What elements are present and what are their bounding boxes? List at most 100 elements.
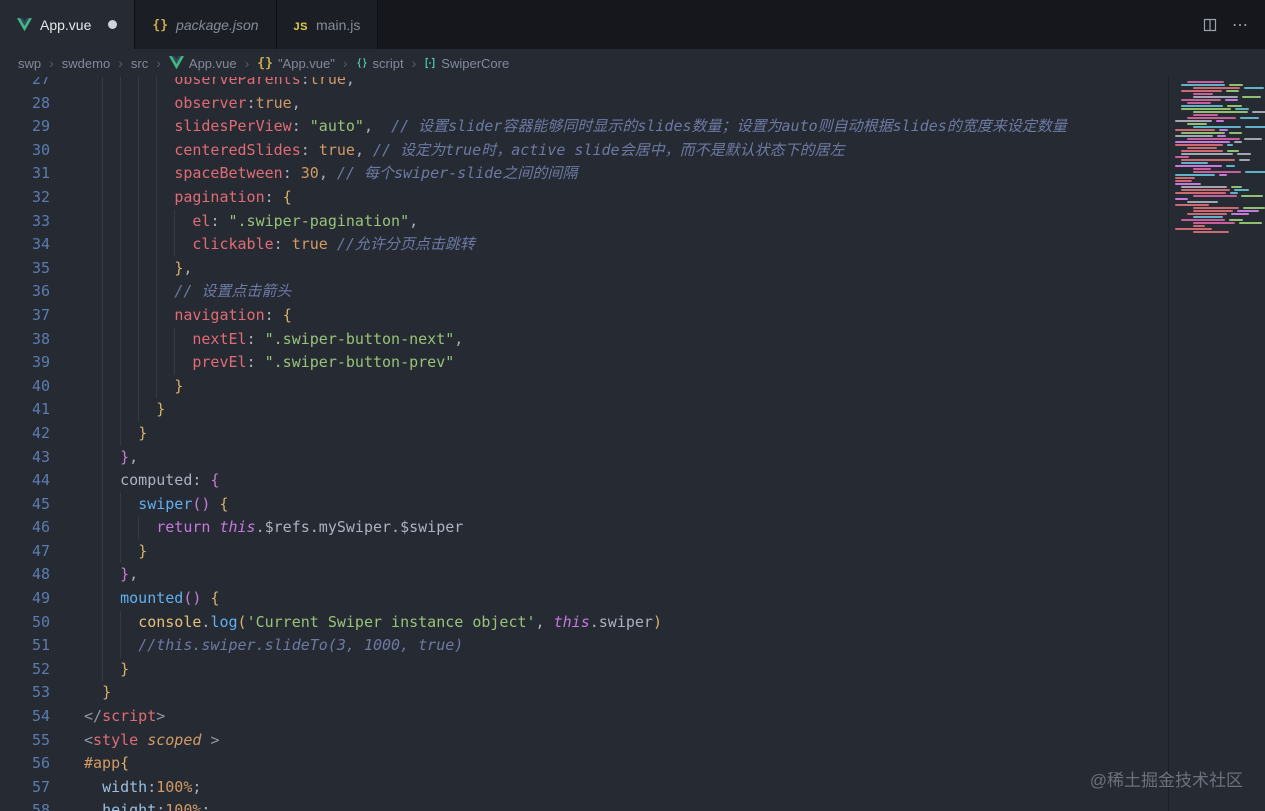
indent-guide	[102, 303, 104, 328]
breadcrumb-item-swdemo[interactable]: swdemo	[62, 56, 110, 71]
breadcrumb-item-swipercore[interactable]: SwiperCore	[424, 56, 509, 71]
indent-guide	[138, 162, 140, 186]
indent-guide	[156, 138, 158, 163]
line-number: 37	[31, 305, 50, 324]
breadcrumb-item-app-vue[interactable]: App.vue	[168, 55, 237, 71]
split-editor-button[interactable]	[1202, 17, 1218, 33]
breadcrumb-item--app-vue-[interactable]: {} "App.vue"	[257, 55, 335, 72]
code-line: 53 }	[0, 681, 1265, 705]
split-editor-icon	[1202, 17, 1218, 33]
breadcrumb-label: src	[130, 55, 149, 71]
line-number: 58	[31, 801, 50, 811]
indent-guide	[120, 516, 122, 540]
code-line: 34 clickable: true //允许分页点击跳转	[0, 233, 1265, 257]
line-number: 47	[31, 541, 50, 560]
indent-guide	[102, 516, 104, 540]
line-number: 42	[31, 423, 50, 442]
code-line-text: width:100%;	[102, 777, 202, 796]
line-number: 50	[31, 612, 50, 631]
code-line-text: },	[120, 565, 139, 584]
line-number: 48	[31, 565, 50, 584]
code-line: 48 },	[0, 563, 1265, 588]
chevron-right-icon: ›	[49, 55, 54, 71]
line-number: 46	[31, 518, 50, 537]
json-braces-icon: {}	[257, 56, 273, 71]
javascript-icon: JS	[293, 20, 309, 33]
indent-guide	[102, 185, 104, 210]
indent-guide	[120, 185, 122, 210]
line-number: 31	[31, 164, 50, 183]
breadcrumb-label: App.vue	[188, 55, 237, 71]
indent-guide	[138, 516, 140, 540]
code-line: 41 }	[0, 398, 1265, 422]
indent-guide	[102, 209, 104, 234]
watermark: @稀土掘金技术社区	[1089, 771, 1243, 790]
code-line-text: mounted() {	[120, 589, 220, 608]
chevron-right-icon: ›	[411, 55, 417, 71]
indent-guide	[120, 610, 122, 635]
code-line-text: swiper() {	[138, 494, 229, 513]
tab-label: App.vue	[40, 16, 92, 33]
breadcrumb-item-script[interactable]: script	[356, 56, 404, 71]
breadcrumb: swp › swdemo › src › App.vue › {} "App.vue" › scrip…	[0, 49, 1265, 77]
indent-guide	[102, 563, 104, 588]
line-number: 53	[31, 683, 50, 702]
tab-main-js[interactable]: JS main.js	[276, 0, 379, 49]
code-line: 44 computed: {	[0, 469, 1265, 493]
line-number: 54	[31, 707, 50, 726]
indent-guide	[120, 280, 122, 304]
code-line-text: nextEl: ".swiper-button-next",	[192, 329, 464, 348]
indent-guide	[120, 256, 122, 281]
indent-guide	[102, 657, 104, 682]
minimap[interactable]	[1168, 77, 1265, 811]
indent-guide	[138, 280, 140, 304]
breadcrumb-label: swp	[18, 55, 42, 71]
code-area[interactable]: 27 observeParents:true, 28 observer:true,…	[0, 77, 1265, 811]
breadcrumb-label: script	[372, 55, 404, 71]
code-editor[interactable]: 27 observeParents:true, 28 observer:true,…	[0, 77, 1265, 811]
indent-guide	[102, 634, 104, 658]
code-line-text: }	[138, 423, 148, 442]
indent-guide	[156, 115, 158, 139]
json-braces-icon: {}	[152, 18, 169, 33]
indent-guide	[174, 327, 176, 352]
line-number: 27	[31, 77, 50, 88]
symbol-module-icon	[424, 57, 436, 69]
chevron-right-icon: ›	[118, 55, 123, 71]
indent-guide	[120, 327, 122, 352]
more-actions-button[interactable]: ⋯	[1232, 15, 1249, 35]
line-number: 56	[31, 754, 50, 773]
tab-package-json[interactable]: {} package.json	[135, 0, 277, 49]
code-line: 55 <style scoped >	[0, 729, 1265, 753]
chevron-right-icon: ›	[342, 55, 348, 71]
indent-guide	[156, 91, 158, 116]
tab-list: App.vue {} package.json JS main.js	[0, 0, 379, 49]
modified-dot[interactable]	[108, 20, 118, 29]
indent-guide	[138, 256, 140, 281]
breadcrumb-label: swdemo	[61, 55, 111, 71]
breadcrumb-item-src[interactable]: src	[131, 56, 148, 71]
indent-guide	[138, 115, 140, 139]
indent-guide	[102, 280, 104, 304]
tab-app-vue[interactable]: App.vue	[0, 0, 136, 49]
indent-guide	[102, 421, 104, 446]
breadcrumb-item-swp[interactable]: swp	[18, 56, 41, 71]
indent-guide	[120, 115, 122, 139]
indent-guide	[102, 492, 104, 517]
line-number: 44	[31, 471, 50, 490]
code-line: 49 mounted() {	[0, 587, 1265, 611]
chevron-right-icon: ›	[156, 55, 161, 71]
code-line-text: computed: {	[120, 471, 220, 490]
code-line-text: </script>	[84, 707, 166, 726]
indent-guide	[102, 327, 104, 352]
editor-actions: ⋯	[1202, 0, 1265, 49]
line-number: 30	[31, 140, 50, 159]
indent-guide	[156, 351, 158, 375]
code-line: 29 slidesPerView: "auto", // 设置slider容器能…	[0, 115, 1265, 139]
line-number: 49	[31, 589, 50, 608]
indent-guide	[138, 351, 140, 375]
code-line-text: }	[174, 376, 184, 395]
line-number: 41	[31, 400, 50, 419]
code-line: 32 pagination: {	[0, 185, 1265, 210]
indent-guide	[102, 587, 104, 611]
